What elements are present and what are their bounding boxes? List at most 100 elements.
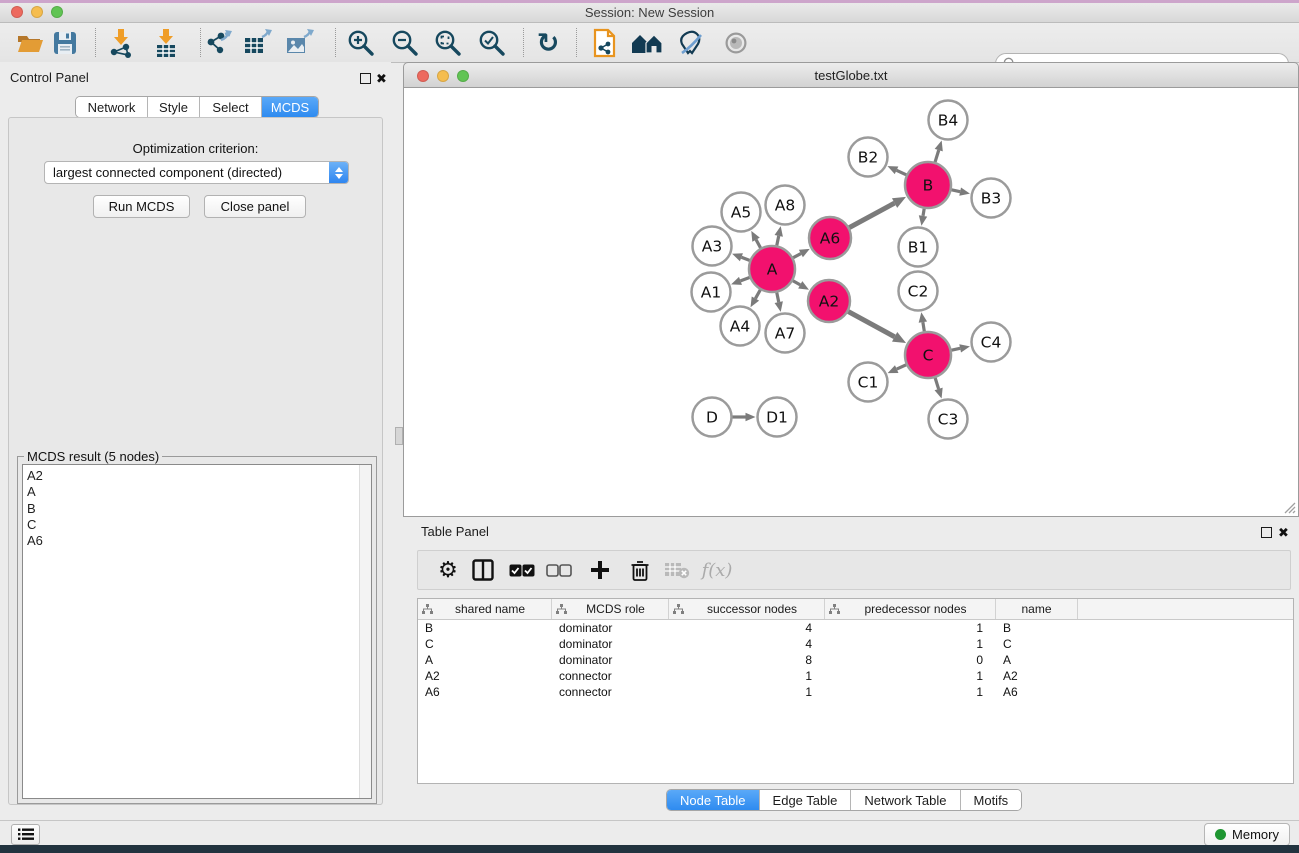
show-graphics-details-icon[interactable]	[719, 27, 753, 59]
node-C[interactable]: C	[905, 332, 951, 378]
column-header-shared-name[interactable]: shared name	[418, 599, 552, 619]
column-header-MCDS-role[interactable]: MCDS role	[552, 599, 669, 619]
node-A[interactable]: A	[749, 246, 795, 292]
edge-A-A6[interactable]	[793, 249, 810, 258]
edge-B-B2[interactable]	[887, 166, 906, 175]
edge-A-A2[interactable]	[793, 281, 809, 290]
node-C3[interactable]: C3	[929, 400, 968, 439]
result-list-item[interactable]: A6	[27, 533, 371, 549]
edge-B-B3[interactable]	[952, 187, 970, 195]
result-list-item[interactable]: A	[27, 484, 371, 500]
result-list-item[interactable]: B	[27, 501, 371, 517]
table-row[interactable]: Adominator80A	[418, 652, 1293, 668]
node-C4[interactable]: C4	[972, 323, 1011, 362]
tab-style[interactable]: Style	[148, 97, 200, 117]
close-table-panel-icon[interactable]: ✖	[1278, 527, 1289, 539]
export-image-icon[interactable]	[283, 27, 317, 59]
tab-select[interactable]: Select	[200, 97, 262, 117]
criterion-dropdown[interactable]: largest connected component (directed)	[44, 161, 349, 184]
network-window-titlebar[interactable]: testGlobe.txt	[403, 62, 1299, 88]
table-row[interactable]: Bdominator41B	[418, 620, 1293, 636]
refresh-icon[interactable]: ↻	[531, 27, 565, 59]
edge-A6-B[interactable]	[849, 197, 906, 228]
edge-C-C4[interactable]	[952, 344, 970, 352]
tab-network[interactable]: Network	[76, 97, 148, 117]
tab-node-table[interactable]: Node Table	[667, 790, 760, 810]
network-canvas[interactable]: B4 B2 B B3 A8A5 A6 A3 B1 A A1 C2 A2 A4A7 C4 C C1 C3 D D1	[403, 88, 1299, 517]
export-table-icon[interactable]	[241, 27, 275, 59]
node-A8[interactable]: A8	[766, 186, 805, 225]
node-B2[interactable]: B2	[849, 138, 888, 177]
close-panel-button[interactable]: Close panel	[204, 195, 306, 218]
tab-mcds[interactable]: MCDS	[262, 97, 318, 117]
node-A3[interactable]: A3	[693, 227, 732, 266]
select-all-rows-icon[interactable]	[506, 555, 538, 585]
result-list-item[interactable]: A2	[27, 468, 371, 484]
new-network-from-selection-icon[interactable]	[588, 27, 622, 59]
zoom-selected-icon[interactable]	[475, 27, 509, 59]
table-row[interactable]: A6connector11A6	[418, 684, 1293, 700]
node-D1[interactable]: D1	[758, 398, 797, 437]
run-mcds-button[interactable]: Run MCDS	[93, 195, 190, 218]
edge-A-A1[interactable]	[731, 277, 749, 285]
column-header-name[interactable]: name	[996, 599, 1078, 619]
function-builder-icon[interactable]: f(x)	[701, 555, 733, 585]
hide-annotations-icon[interactable]	[674, 27, 708, 59]
table-options-icon[interactable]: ⚙	[432, 555, 464, 585]
task-history-button[interactable]	[11, 824, 40, 845]
edge-B-B4[interactable]	[935, 141, 943, 163]
tab-network-table[interactable]: Network Table	[851, 790, 960, 810]
node-A2[interactable]: A2	[808, 280, 850, 322]
result-list-item[interactable]: C	[27, 517, 371, 533]
show-column-icon[interactable]	[467, 555, 499, 585]
memory-button[interactable]: Memory	[1204, 823, 1290, 846]
save-session-icon[interactable]	[48, 27, 82, 59]
add-column-icon[interactable]	[584, 555, 616, 585]
zoom-fit-icon[interactable]	[431, 27, 465, 59]
node-C2[interactable]: C2	[899, 272, 938, 311]
zoom-in-icon[interactable]	[344, 27, 378, 59]
edge-A-A4[interactable]	[751, 290, 761, 307]
edge-A2-C[interactable]	[848, 312, 906, 343]
tab-edge-table[interactable]: Edge Table	[760, 790, 852, 810]
node-A4[interactable]: A4	[721, 307, 760, 346]
open-session-icon[interactable]	[13, 27, 47, 59]
tab-motifs[interactable]: Motifs	[961, 790, 1022, 810]
import-table-icon[interactable]	[149, 27, 183, 59]
float-control-panel-icon[interactable]	[360, 73, 371, 84]
edge-C-C2[interactable]	[919, 312, 927, 331]
delete-column-icon[interactable]	[624, 555, 656, 585]
table-row[interactable]: Cdominator41C	[418, 636, 1293, 652]
column-header-predecessor-nodes[interactable]: predecessor nodes	[825, 599, 996, 619]
window-resize-grip[interactable]	[1283, 501, 1296, 514]
node-B[interactable]: B	[905, 162, 951, 208]
edge-A-A5[interactable]	[751, 231, 760, 248]
node-A5[interactable]: A5	[722, 193, 761, 232]
table-row[interactable]: A2connector11A2	[418, 668, 1293, 684]
node-B3[interactable]: B3	[972, 179, 1011, 218]
edge-C-C1[interactable]	[888, 365, 907, 373]
zoom-out-icon[interactable]	[388, 27, 422, 59]
destroy-table-icon[interactable]	[661, 555, 693, 585]
close-control-panel-icon[interactable]: ✖	[376, 73, 387, 85]
home-view-icon[interactable]	[630, 27, 664, 59]
edge-A-A3[interactable]	[732, 253, 750, 261]
node-A7[interactable]: A7	[766, 314, 805, 353]
import-network-icon[interactable]	[104, 27, 138, 59]
float-table-panel-icon[interactable]	[1261, 527, 1272, 538]
result-list-scrollbar[interactable]	[359, 465, 371, 798]
node-B4[interactable]: B4	[929, 101, 968, 140]
edge-D-D1[interactable]	[733, 413, 756, 422]
node-B1[interactable]: B1	[899, 228, 938, 267]
node-A1[interactable]: A1	[692, 273, 731, 312]
mcds-result-list[interactable]: A2ABCA6	[22, 464, 372, 799]
node-C1[interactable]: C1	[849, 363, 888, 402]
edge-A-A8[interactable]	[775, 226, 783, 245]
export-network-icon[interactable]	[202, 27, 236, 59]
node-D[interactable]: D	[693, 398, 732, 437]
edge-C-C3[interactable]	[935, 378, 943, 399]
deselect-all-rows-icon[interactable]	[543, 555, 575, 585]
column-header-successor-nodes[interactable]: successor nodes	[669, 599, 825, 619]
vertical-splitter-handle[interactable]	[395, 427, 403, 445]
node-A6[interactable]: A6	[809, 217, 851, 259]
